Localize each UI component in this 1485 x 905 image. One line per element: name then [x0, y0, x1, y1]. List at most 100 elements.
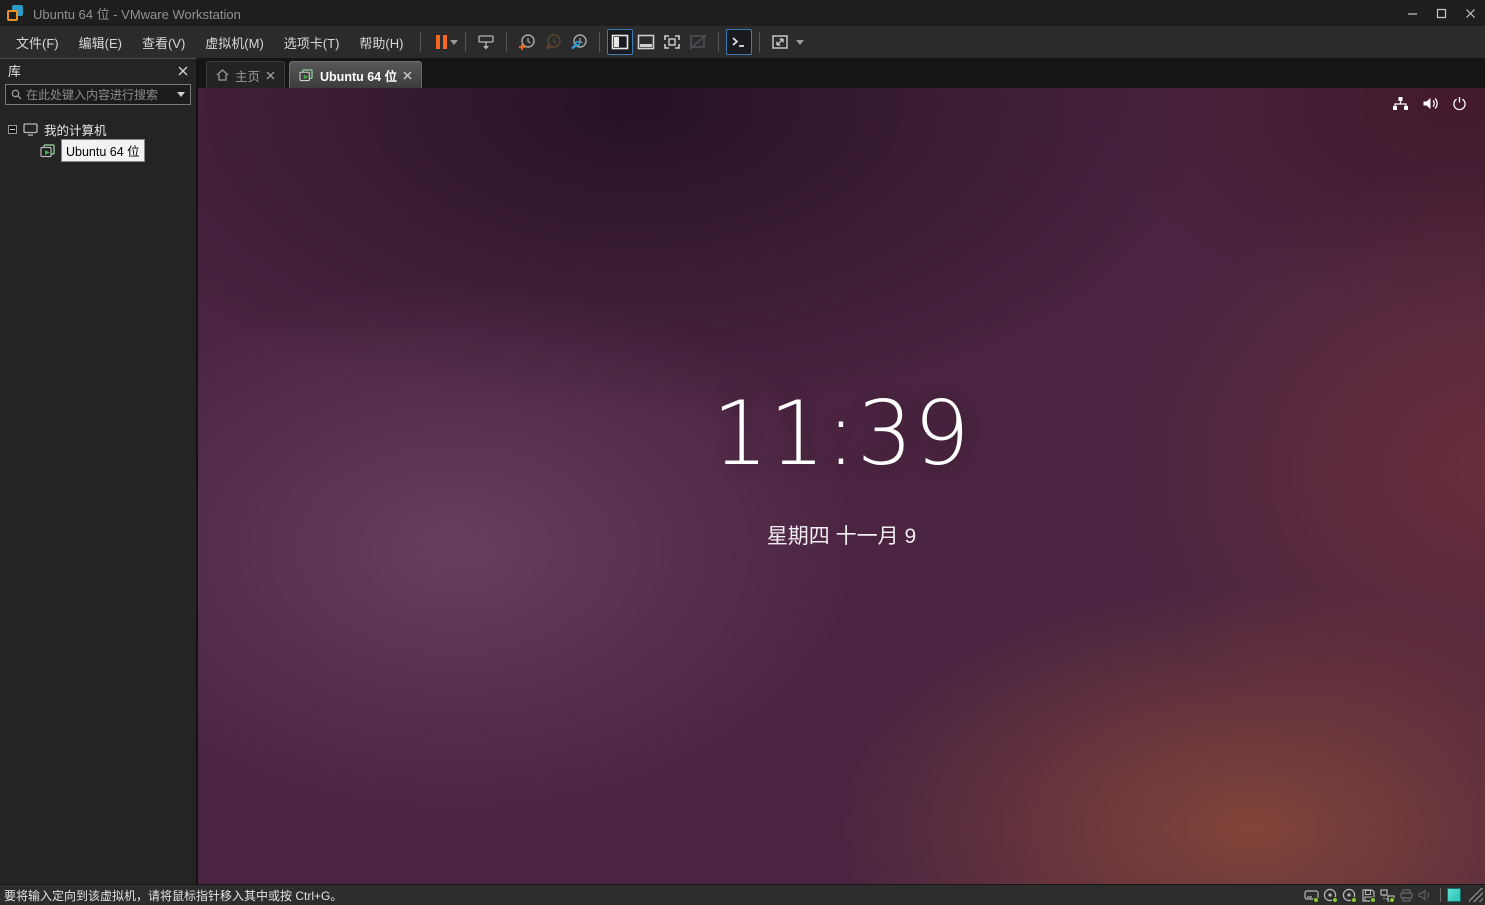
- search-dropdown-button[interactable]: [174, 85, 188, 104]
- suspend-dropdown-caret[interactable]: [450, 40, 458, 45]
- suspend-button[interactable]: [436, 35, 458, 49]
- manage-snapshots-icon: [570, 33, 588, 51]
- lockscreen-clock-block: 11:39 星期四 十一月 9: [198, 390, 1485, 550]
- menu-vm[interactable]: 虚拟机(M): [195, 28, 274, 57]
- toolbar-separator: [465, 32, 466, 52]
- device-connected-dot: [1332, 897, 1338, 903]
- main-area: 库 我的计算机: [0, 58, 1485, 884]
- close-icon: [1465, 8, 1476, 19]
- device-connected-dot: [1389, 897, 1395, 903]
- tree-item-label: 我的计算机: [44, 120, 107, 139]
- close-button[interactable]: [1456, 0, 1485, 26]
- device-connected-dot: [1370, 897, 1376, 903]
- search-icon: [11, 89, 22, 100]
- menu-tabs[interactable]: 选项卡(T): [274, 28, 350, 57]
- vm-tree: 我的计算机 Ubuntu 64 位: [0, 109, 196, 884]
- network-adapter-icon[interactable]: [1378, 887, 1396, 904]
- fullscreen-button[interactable]: [659, 29, 685, 55]
- tab-close-button[interactable]: [266, 71, 275, 80]
- revert-snapshot-button: [540, 29, 566, 55]
- tree-expander-icon[interactable]: [8, 125, 17, 134]
- maximize-icon: [1436, 8, 1447, 19]
- printer-icon[interactable]: [1397, 887, 1415, 904]
- console-view-button[interactable]: [726, 29, 752, 55]
- manage-snapshots-button[interactable]: [566, 29, 592, 55]
- take-snapshot-button[interactable]: [514, 29, 540, 55]
- computer-icon: [23, 123, 38, 136]
- title-bar: Ubuntu 64 位 - VMware Workstation: [0, 0, 1485, 26]
- tab-label: Ubuntu 64 位: [320, 66, 397, 85]
- unity-mode-button: [685, 29, 711, 55]
- search-input[interactable]: [26, 88, 174, 102]
- cd-rom-2-icon[interactable]: [1340, 887, 1358, 904]
- status-message: 要将输入定向到该虚拟机，请将鼠标指针移入其中或按 Ctrl+G。: [4, 887, 1301, 904]
- tree-item-label-selected: Ubuntu 64 位: [61, 139, 145, 162]
- message-panel-icon[interactable]: [1447, 888, 1461, 902]
- status-bar: 要将输入定向到该虚拟机，请将鼠标指针移入其中或按 Ctrl+G。: [0, 884, 1485, 905]
- vmware-logo-icon: [7, 5, 23, 21]
- toolbar-separator: [759, 32, 760, 52]
- menu-help[interactable]: 帮助(H): [349, 28, 413, 57]
- right-pane: 主页 Ubuntu 64 位: [198, 58, 1485, 884]
- vm-display[interactable]: 11:39 星期四 十一月 9: [198, 88, 1485, 884]
- volume-icon[interactable]: [1422, 96, 1439, 111]
- close-icon: [266, 71, 275, 80]
- vm-lockscreen-indicators: [1392, 96, 1467, 111]
- toolbar-separator: [420, 32, 421, 52]
- power-icon[interactable]: [1452, 96, 1467, 111]
- toolbar-separator: [506, 32, 507, 52]
- free-stretch-dropdown-caret[interactable]: [796, 40, 804, 45]
- tab-close-button[interactable]: [403, 71, 412, 80]
- library-sidebar: 库 我的计算机: [0, 58, 198, 884]
- sound-icon[interactable]: [1416, 887, 1434, 904]
- menu-edit[interactable]: 编辑(E): [69, 28, 132, 57]
- library-close-icon[interactable]: [178, 66, 188, 76]
- show-library-icon: [611, 34, 629, 50]
- show-thumbnail-bar-button[interactable]: [633, 29, 659, 55]
- clock-time: 11:39: [198, 390, 1485, 478]
- hard-disk-icon[interactable]: [1302, 887, 1320, 904]
- tree-item-my-computer[interactable]: 我的计算机: [0, 119, 196, 140]
- menu-file[interactable]: 文件(F): [6, 28, 69, 57]
- vm-running-icon: [40, 144, 56, 158]
- show-thumbnail-bar-icon: [637, 34, 655, 50]
- network-icon[interactable]: [1392, 96, 1409, 111]
- unity-mode-icon: [689, 34, 707, 50]
- send-ctrl-alt-del-button[interactable]: [473, 29, 499, 55]
- library-title: 库: [8, 61, 21, 80]
- minimize-icon: [1407, 8, 1418, 19]
- revert-snapshot-icon: [544, 33, 562, 51]
- window-title: Ubuntu 64 位 - VMware Workstation: [33, 4, 1398, 23]
- home-icon: [216, 69, 229, 81]
- take-snapshot-icon: [518, 33, 536, 51]
- chevron-down-icon: [177, 92, 185, 97]
- free-stretch-button[interactable]: [767, 29, 793, 55]
- tab-label: 主页: [235, 66, 260, 85]
- tab-ubuntu-vm[interactable]: Ubuntu 64 位: [289, 61, 422, 88]
- library-search-box: [5, 84, 191, 105]
- floppy-icon[interactable]: [1359, 887, 1377, 904]
- maximize-button[interactable]: [1427, 0, 1456, 26]
- minimize-button[interactable]: [1398, 0, 1427, 26]
- send-ctrl-alt-del-icon: [477, 34, 495, 50]
- free-stretch-icon: [771, 34, 789, 50]
- fullscreen-icon: [663, 34, 681, 50]
- device-connected-dot: [1313, 897, 1319, 903]
- clock-date: 星期四 十一月 9: [198, 520, 1485, 550]
- vm-running-icon: [299, 69, 314, 82]
- show-library-button[interactable]: [607, 29, 633, 55]
- close-icon: [403, 71, 412, 80]
- console-view-icon: [730, 35, 748, 49]
- tab-home[interactable]: 主页: [206, 61, 285, 88]
- statusbar-separator: [1440, 888, 1441, 902]
- menu-view[interactable]: 查看(V): [132, 28, 195, 57]
- suspend-icon: [436, 35, 447, 49]
- toolbar-separator: [718, 32, 719, 52]
- cd-rom-icon[interactable]: [1321, 887, 1339, 904]
- toolbar-separator: [599, 32, 600, 52]
- resize-grip[interactable]: [1469, 888, 1483, 902]
- menu-toolbar: 文件(F) 编辑(E) 查看(V) 虚拟机(M) 选项卡(T) 帮助(H): [0, 26, 1485, 58]
- tree-item-ubuntu-vm[interactable]: Ubuntu 64 位: [0, 140, 196, 161]
- device-connected-dot: [1351, 897, 1357, 903]
- tab-bar: 主页 Ubuntu 64 位: [198, 58, 1485, 88]
